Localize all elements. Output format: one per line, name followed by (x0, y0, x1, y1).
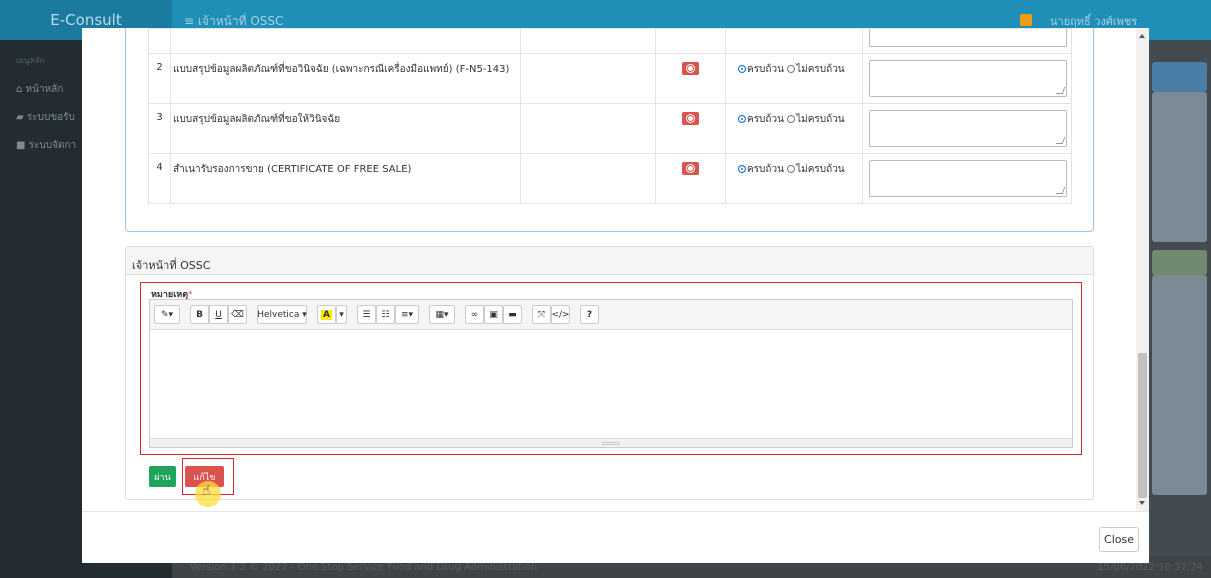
view-file-icon[interactable] (682, 162, 699, 175)
document-name: แบบสรุปข้อมูลผลิตภัณฑ์ที่ขอวินิจฉัย (เฉพ… (170, 53, 521, 104)
document-name: แบบสรุปข้อมูลผลิตภัณฑ์ที่ขอให้วินิจฉัย (170, 103, 521, 154)
text-color-dropdown-icon[interactable]: ▾ (336, 305, 347, 324)
modal-dialog: 2 แบบสรุปข้อมูลผลิตภัณฑ์ที่ขอวินิจฉัย (เ… (82, 28, 1149, 563)
close-button[interactable]: Close (1099, 527, 1139, 552)
editor-resize-bar[interactable] (150, 438, 1072, 447)
rich-text-editor: ✎▾ B U ⌫ Helvetica ▾ A ▾ ☰ ☷ ≡▾ ▦▾ ∞ ▣ ▬ (149, 299, 1073, 448)
scroll-up-icon[interactable] (1139, 34, 1145, 38)
table-row: 4 สำเนารับรองการขาย (CERTIFICATE OF FREE… (148, 153, 1072, 204)
row-number: 4 (148, 153, 171, 204)
incomplete-label: ไม่ครบถ้วน (796, 64, 845, 75)
font-family-dropdown[interactable]: Helvetica ▾ (257, 305, 307, 324)
table-icon[interactable]: ▦▾ (429, 305, 455, 324)
incomplete-label: ไม่ครบถ้วน (796, 164, 845, 175)
document-name: สำเนารับรองการขาย (CERTIFICATE OF FREE S… (170, 153, 521, 204)
incomplete-radio[interactable] (787, 115, 796, 123)
row-number: 2 (148, 53, 171, 104)
complete-label: ครบถ้วน (747, 114, 784, 125)
document-table: 2 แบบสรุปข้อมูลผลิตภัณฑ์ที่ขอวินิจฉัย (เ… (148, 28, 1072, 204)
pass-button[interactable]: ผ่าน (149, 466, 176, 487)
complete-radio[interactable] (738, 115, 746, 123)
text-color-icon[interactable]: A (317, 305, 336, 324)
remark-textarea[interactable] (869, 29, 1067, 47)
view-file-icon[interactable] (682, 112, 699, 125)
home-icon: ⌂ (16, 84, 26, 95)
remark-highlight: หมายเหตุ* ✎▾ B U ⌫ Helvetica ▾ A ▾ ☰ ☷ ≡… (140, 282, 1082, 455)
modal-body: 2 แบบสรุปข้อมูลผลิตภัณฑ์ที่ขอวินิจฉัย (เ… (82, 28, 1136, 511)
table-row (148, 28, 1072, 54)
bold-icon[interactable]: B (190, 305, 209, 324)
footer-version: Version 1.2 © 2022 - One Stop Service Fo… (190, 562, 538, 573)
modal-scrollbar[interactable] (1136, 28, 1149, 511)
sidebar-heading: เมนูหลัก (16, 56, 45, 65)
incomplete-radio[interactable] (787, 65, 796, 73)
paragraph-align-icon[interactable]: ≡▾ (395, 305, 419, 324)
table-row: 3 แบบสรุปข้อมูลผลิตภัณฑ์ที่ขอให้วินิจฉัย… (148, 103, 1072, 154)
bg-panel-header (1152, 62, 1207, 92)
remark-textarea[interactable] (869, 60, 1067, 97)
unordered-list-icon[interactable]: ☰ (357, 305, 376, 324)
table-row: 2 แบบสรุปข้อมูลผลิตภัณฑ์ที่ขอวินิจฉัย (เ… (148, 53, 1072, 104)
magic-wand-icon[interactable]: ✎▾ (154, 305, 180, 324)
remark-editor-area[interactable] (150, 330, 1072, 439)
video-icon[interactable]: ▬ (503, 305, 522, 324)
link-icon[interactable]: ∞ (465, 305, 484, 324)
video-icon: ■ (16, 140, 29, 151)
complete-label: ครบถ้วน (747, 64, 784, 75)
officer-panel-title: เจ้าหน้าที่ OSSC (126, 247, 1093, 275)
officer-panel: เจ้าหน้าที่ OSSC หมายเหตุ* ✎▾ B U ⌫ Helv… (125, 246, 1094, 507)
modal-footer: Close (82, 511, 1149, 563)
help-icon[interactable]: ? (580, 305, 599, 324)
ordered-list-icon[interactable]: ☷ (376, 305, 395, 324)
hand-cursor-icon: ☝ (202, 483, 211, 499)
complete-label: ครบถ้วน (747, 164, 784, 175)
row-number: 3 (148, 103, 171, 154)
view-file-icon[interactable] (682, 62, 699, 75)
footer-datetime: 15/06/2022 10:37:24 (1097, 562, 1203, 573)
bg-panel-2 (1152, 275, 1207, 495)
sidebar-item-home[interactable]: ⌂ หน้าหลัก (16, 82, 76, 97)
sidebar-item-manage[interactable]: ■ ระบบจัดการ (16, 138, 76, 153)
bg-panel (1152, 92, 1207, 242)
underline-icon[interactable]: U (209, 305, 228, 324)
scroll-down-icon[interactable] (1139, 501, 1145, 505)
sidebar-item-request[interactable]: ▰ ระบบขอรับ (16, 110, 76, 125)
document-checklist-panel: 2 แบบสรุปข้อมูลผลิตภัณฑ์ที่ขอวินิจฉัย (เ… (125, 28, 1094, 232)
eraser-icon[interactable]: ⌫ (228, 305, 247, 324)
book-icon: ▰ (16, 112, 27, 123)
incomplete-radio[interactable] (787, 165, 796, 173)
fullscreen-icon[interactable]: ⤧ (532, 305, 551, 324)
scrollbar-thumb[interactable] (1138, 353, 1147, 498)
incomplete-label: ไม่ครบถ้วน (796, 114, 845, 125)
bg-panel-green (1152, 250, 1207, 275)
image-icon[interactable]: ▣ (484, 305, 503, 324)
editor-toolbar: ✎▾ B U ⌫ Helvetica ▾ A ▾ ☰ ☷ ≡▾ ▦▾ ∞ ▣ ▬ (150, 300, 1072, 330)
complete-radio[interactable] (738, 165, 746, 173)
resize-grip-icon[interactable] (602, 442, 620, 445)
code-view-icon[interactable]: </> (551, 305, 570, 324)
complete-radio[interactable] (738, 65, 746, 73)
remark-textarea[interactable] (869, 160, 1067, 197)
remark-textarea[interactable] (869, 110, 1067, 147)
notification-icon[interactable] (1020, 14, 1032, 26)
